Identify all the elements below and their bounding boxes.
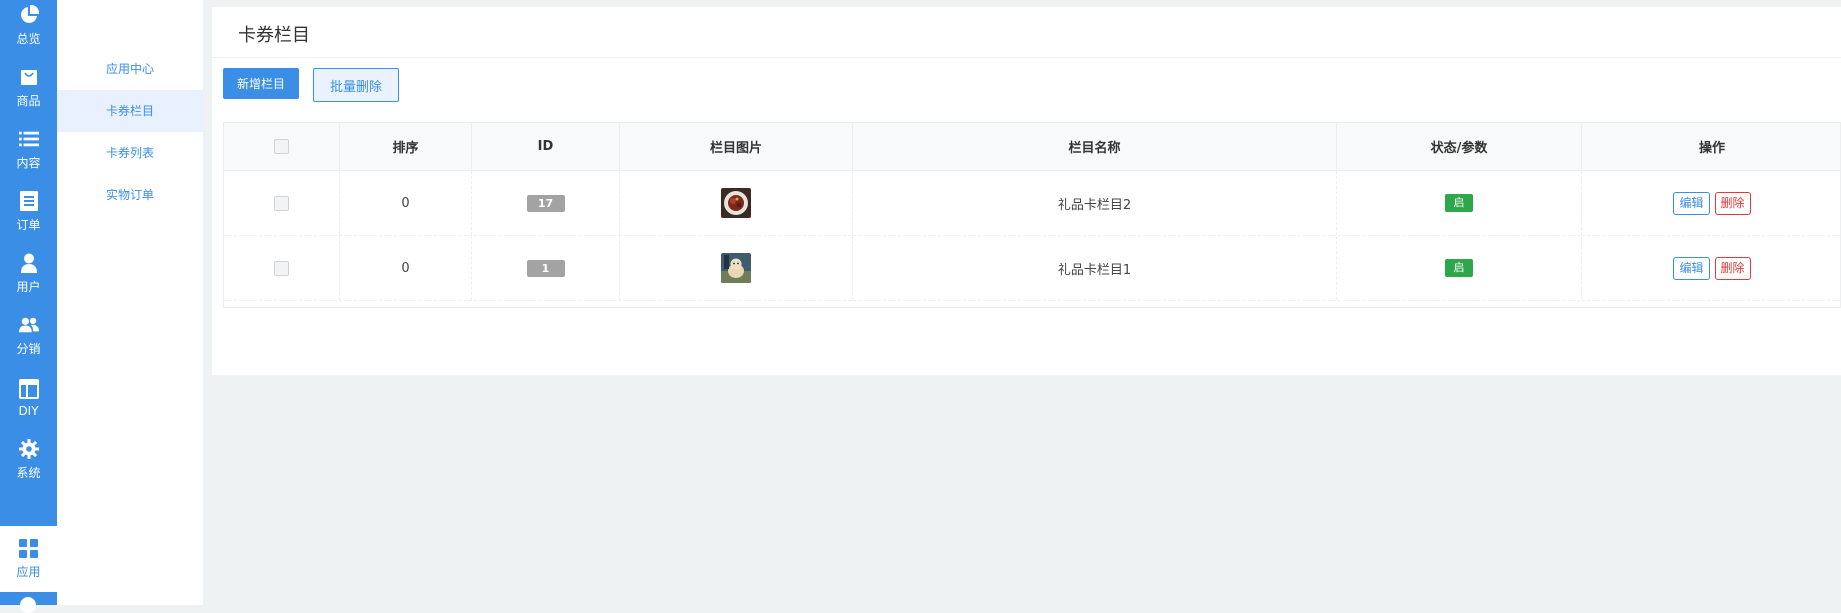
header-image: 栏目图片: [620, 123, 853, 170]
primary-nav: 总览 商品 内容 订单 用户 分销 DIY 系统 应用: [0, 0, 57, 613]
actions-cell: 编辑 删除: [1582, 236, 1841, 300]
user-icon: [19, 253, 39, 273]
nav-item-distribution[interactable]: 分销: [0, 305, 57, 367]
name-cell: 礼品卡栏目2: [853, 171, 1337, 235]
nav-item-overview[interactable]: 总览: [0, 0, 57, 57]
edit-button[interactable]: 编辑: [1673, 256, 1710, 280]
sub-item-app-center[interactable]: 应用中心: [57, 48, 203, 90]
row-checkbox[interactable]: [274, 260, 289, 276]
nav-item-goods[interactable]: 商品: [0, 57, 57, 119]
delete-button[interactable]: 删除: [1714, 256, 1751, 280]
actions-cell: 编辑 删除: [1582, 171, 1841, 235]
row-actions: 编辑 删除: [1673, 256, 1751, 280]
nav-label: 应用: [16, 565, 41, 579]
row-select-cell: [224, 171, 340, 235]
shopping-bag-icon: [19, 67, 39, 87]
image-cell: [620, 171, 853, 235]
header-status: 状态/参数: [1337, 123, 1582, 170]
more-icon: [20, 597, 36, 613]
row-checkbox[interactable]: [274, 195, 289, 211]
header-actions: 操作: [1698, 141, 1725, 156]
nav-label: 总览: [16, 32, 41, 46]
header-sort: 排序: [340, 123, 472, 170]
gear-icon: [18, 439, 39, 459]
nav-label: 用户: [16, 280, 41, 294]
food-thumbnail: [721, 188, 751, 218]
document-icon: [19, 191, 39, 211]
table-header: 排序 ID 栏目图片 栏目名称 状态/参数 操作: [224, 123, 1840, 171]
sub-item-card-list[interactable]: 卡券列表: [57, 132, 203, 174]
row-select-cell: [224, 236, 340, 300]
layout-icon: [18, 378, 39, 399]
main-panel: 卡券栏目 新增栏目 批量删除 排序 ID 栏目图片 栏目名称 状态/参数 操作 …: [212, 7, 1841, 375]
page-title: 卡券栏目: [238, 25, 310, 46]
status-badge[interactable]: 启: [1445, 194, 1473, 212]
table-row: 0 17 礼品卡栏目2 启 编辑 删除: [224, 171, 1840, 236]
id-cell: 17: [472, 171, 620, 235]
nav-item-users[interactable]: 用户: [0, 243, 57, 305]
id-badge: 17: [526, 194, 565, 212]
sort-cell: 0: [340, 171, 472, 235]
row-actions: 编辑 删除: [1673, 191, 1751, 215]
image-cell: [620, 236, 853, 300]
grid-icon: [19, 538, 39, 558]
sort-cell: 0: [340, 236, 472, 300]
header-name: 栏目名称: [853, 123, 1337, 170]
nav-item-content[interactable]: 内容: [0, 119, 57, 181]
nav-item-orders[interactable]: 订单: [0, 181, 57, 243]
pie-chart-icon: [19, 5, 39, 25]
select-all-checkbox[interactable]: [274, 139, 289, 154]
status-cell: 启: [1337, 171, 1582, 235]
nav-label: 订单: [16, 218, 41, 232]
edit-button[interactable]: 编辑: [1673, 191, 1710, 215]
list-icon: [18, 129, 39, 149]
nav-label: 商品: [16, 94, 41, 108]
table-row: 0 1 礼品卡栏目1 启 编辑 删除: [224, 236, 1840, 301]
nav-item-apps[interactable]: 应用: [0, 526, 57, 592]
dog-thumbnail: [721, 253, 751, 283]
id-badge: 1: [526, 259, 565, 277]
secondary-nav: 应用中心 卡券栏目 卡券列表 实物订单: [57, 0, 203, 605]
category-table: 排序 ID 栏目图片 栏目名称 状态/参数 操作 0 17 礼品卡栏目2 启 编…: [223, 122, 1841, 308]
nav-item-diy[interactable]: DIY: [0, 367, 57, 429]
header-id: ID: [472, 123, 620, 170]
add-category-button[interactable]: 新增栏目: [223, 68, 299, 99]
nav-item-system[interactable]: 系统: [0, 429, 57, 491]
batch-delete-button[interactable]: 批量删除: [313, 68, 399, 102]
name-cell: 礼品卡栏目1: [853, 236, 1337, 300]
status-badge[interactable]: 启: [1445, 259, 1473, 277]
header-select-cell: [224, 123, 340, 170]
sub-item-physical-orders[interactable]: 实物订单: [57, 174, 203, 216]
nav-label: 内容: [16, 156, 41, 170]
id-cell: 1: [472, 236, 620, 300]
nav-label: 分销: [16, 342, 41, 356]
sub-item-card-category[interactable]: 卡券栏目: [57, 90, 203, 132]
nav-label: DIY: [18, 403, 39, 418]
users-icon: [18, 315, 39, 335]
nav-label: 系统: [16, 466, 41, 480]
status-cell: 启: [1337, 236, 1582, 300]
delete-button[interactable]: 删除: [1714, 191, 1751, 215]
divider: [212, 57, 1841, 58]
